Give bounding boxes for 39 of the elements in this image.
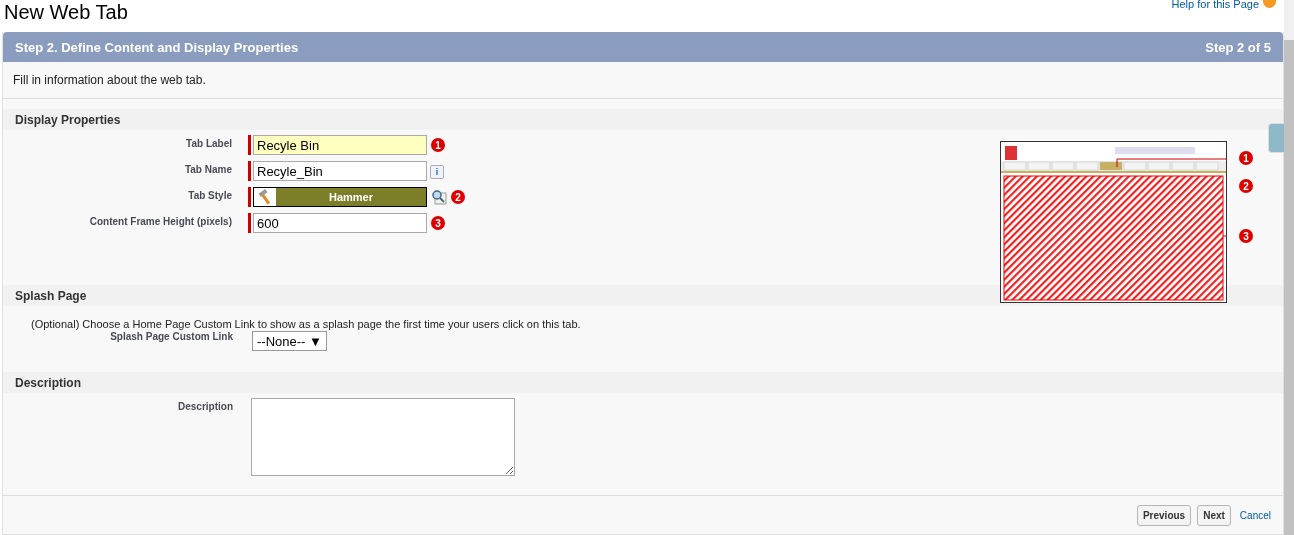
section-heading: Display Properties <box>3 109 1283 130</box>
callout-marker: 3 <box>1239 229 1253 243</box>
field-label: Tab Name <box>183 163 232 175</box>
help-icon <box>1263 0 1276 8</box>
nav-button[interactable]: Next <box>1197 504 1231 526</box>
description-field[interactable] <box>251 398 515 476</box>
field-label: Tab Style <box>187 189 232 201</box>
callout-marker: 2 <box>451 190 465 204</box>
step-title: Step 2. Define Content and Display Properties <box>15 39 299 55</box>
callout-marker: 2 <box>1239 179 1253 193</box>
field-label: Splash Page Custom Link <box>109 330 233 342</box>
tab-style-field[interactable]: Hammer <box>253 187 427 207</box>
nav-button[interactable]: Previous <box>1136 504 1192 526</box>
collapse-handle[interactable] <box>1268 123 1284 153</box>
text-field[interactable]: 600 <box>253 213 427 233</box>
required-bar <box>248 135 251 155</box>
field-label: Tab Label <box>185 137 232 149</box>
text-field[interactable]: Recyle Bin <box>253 135 427 155</box>
callout-marker: 1 <box>1239 151 1253 165</box>
page-title: New Web Tab <box>4 0 128 24</box>
callout-marker: 3 <box>431 216 445 230</box>
hammer-icon <box>257 189 273 205</box>
splash-note: (Optional) Choose a Home Page Custom Link to show as a splash page the first time your users click on this tab. <box>30 317 582 330</box>
required-bar <box>248 161 251 181</box>
splash-link-dropdown[interactable]: --None-- ▼ <box>252 331 327 351</box>
help-link[interactable]: Help for this Page <box>1171 0 1276 8</box>
field-label: Description <box>177 400 233 412</box>
text-field[interactable]: Recyle_Bin <box>253 161 427 181</box>
step-count: Step 2 of 5 <box>1205 39 1271 55</box>
cancel-link[interactable]: Cancel <box>1239 509 1271 521</box>
required-bar <box>248 213 251 233</box>
required-bar <box>248 187 251 207</box>
field-label: Content Frame Height (pixels) <box>88 215 232 227</box>
scrollbar[interactable] <box>1284 0 1294 535</box>
callout-marker: 1 <box>431 138 445 152</box>
search-icon[interactable] <box>431 189 447 205</box>
section-heading: Description <box>3 372 1283 393</box>
intro-text: Fill in information about the web tab. <box>3 62 1283 99</box>
info-button[interactable]: i <box>430 165 444 179</box>
